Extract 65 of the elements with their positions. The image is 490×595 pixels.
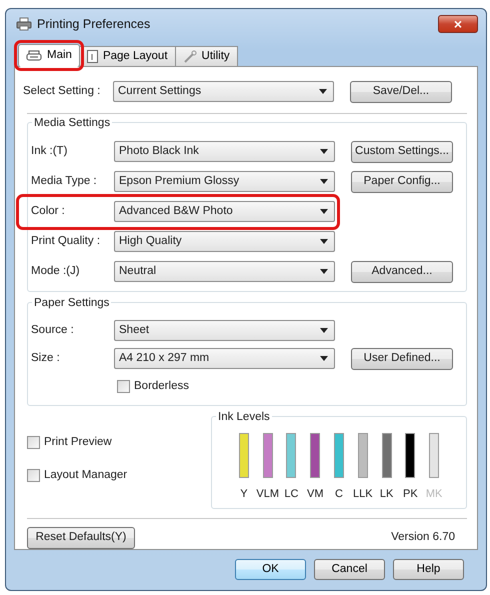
tab[interactable]: Utility: [174, 46, 238, 66]
dropdown[interactable]: Current Settings: [113, 81, 334, 102]
tab[interactable]: Page Layout: [78, 46, 176, 66]
ink-label: LK: [380, 486, 394, 502]
ink-label: VLM: [256, 486, 279, 502]
dropdown-value: Sheet: [119, 322, 150, 338]
dropdown-value: Neutral: [119, 264, 156, 279]
button[interactable]: Custom Settings...: [351, 140, 453, 162]
checkbox-label: Print Preview: [44, 434, 112, 450]
ink-label: C: [335, 486, 343, 502]
field-label: Size :: [30, 350, 61, 366]
dropdown-value: A4 210 x 297 mm: [119, 350, 210, 366]
dialog-button[interactable]: Cancel: [314, 559, 385, 580]
dropdown[interactable]: High Quality: [114, 231, 335, 252]
dropdown-value: Current Settings: [118, 84, 202, 100]
dropdown[interactable]: Photo Black Ink: [114, 141, 335, 162]
dropdown[interactable]: A4 210 x 297 mm: [114, 348, 335, 369]
caret-icon: [320, 209, 328, 214]
caret-icon: [319, 89, 327, 94]
checkbox-label: Layout Manager: [44, 468, 128, 483]
button[interactable]: Paper Config...: [351, 170, 453, 192]
ink-label: LC: [284, 486, 298, 502]
dropdown[interactable]: Epson Premium Glossy: [114, 171, 335, 192]
checkbox[interactable]: [117, 380, 130, 393]
ink-label: VM: [306, 486, 324, 502]
ink-label: MK: [426, 486, 442, 502]
dialog-button[interactable]: Help: [393, 559, 464, 580]
version-text: Version 6.70: [391, 530, 455, 546]
ink-label: LLK: [353, 486, 373, 502]
button[interactable]: User Defined...: [351, 348, 453, 370]
dropdown-value: Epson Premium Glossy: [119, 174, 240, 189]
button[interactable]: Save/Del...: [350, 80, 452, 103]
dialog-button[interactable]: OK: [235, 559, 306, 580]
field-label: Mode :(J): [30, 264, 81, 279]
field-label: Source :: [30, 322, 75, 338]
caret-icon: [320, 356, 328, 361]
reset-defaults-button[interactable]: Reset Defaults(Y): [27, 527, 135, 549]
ink-label: PK: [403, 486, 418, 502]
dropdown-value: Photo Black Ink: [119, 144, 199, 159]
checkbox[interactable]: [27, 436, 40, 449]
ink-label: Y: [240, 486, 248, 502]
checkbox[interactable]: [27, 468, 40, 482]
checkbox-label: Borderless: [134, 378, 189, 394]
caret-icon: [320, 239, 328, 244]
page-icon: [86, 50, 98, 63]
button[interactable]: Advanced...: [351, 260, 453, 282]
window-title: Printing Preferences: [37, 16, 150, 33]
caret-icon: [320, 179, 328, 184]
field-label: Color :: [30, 204, 66, 219]
field-label: Print Quality :: [30, 234, 102, 249]
printer-icon: [26, 50, 42, 62]
field-label: Ink :(T): [30, 144, 68, 159]
field-label: Select Setting :: [22, 84, 102, 100]
dropdown[interactable]: Advanced B&W Photo: [114, 201, 335, 222]
printer-icon: [16, 17, 32, 31]
dropdown-value: High Quality: [119, 234, 182, 249]
caret-icon: [320, 149, 328, 154]
dropdown[interactable]: Neutral: [114, 261, 335, 282]
close-button[interactable]: ×: [438, 15, 478, 33]
field-label: Media Type :: [30, 174, 98, 189]
wrench-icon: [182, 50, 197, 64]
dropdown[interactable]: Sheet: [114, 320, 335, 341]
dropdown-value: Advanced B&W Photo: [119, 204, 233, 219]
caret-icon: [320, 269, 328, 274]
caret-icon: [320, 328, 328, 333]
